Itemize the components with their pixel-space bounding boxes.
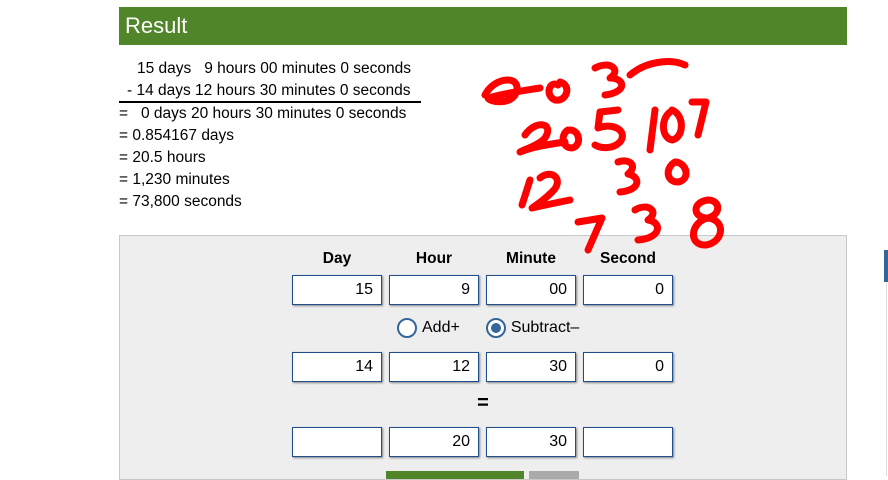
side-divider — [886, 282, 887, 476]
add-radio[interactable] — [397, 318, 417, 338]
add-label[interactable]: Add+ — [422, 319, 460, 337]
second-input-1[interactable]: 0 — [583, 275, 673, 305]
hour-input-1[interactable]: 9 — [389, 275, 479, 305]
result-title: Result — [125, 13, 188, 38]
side-tab[interactable] — [884, 250, 888, 282]
day-result — [292, 427, 382, 457]
result-seconds: = 73,800 seconds — [119, 193, 242, 210]
header-hour: Hour — [415, 250, 453, 267]
header-day: Day — [322, 250, 352, 267]
result-days: = 0.854167 days — [119, 127, 235, 144]
handwritten-annotation — [481, 58, 724, 254]
calculator-panel — [119, 235, 847, 480]
hour-result: 20 — [389, 427, 479, 457]
day-input-2[interactable]: 14 — [292, 352, 382, 382]
subtract-label[interactable]: Subtract– — [511, 319, 579, 337]
hour-input-2[interactable]: 12 — [389, 352, 479, 382]
second-input-2[interactable]: 0 — [583, 352, 673, 382]
operation-selector: Add+ Subtract– — [397, 318, 605, 338]
calculate-button[interactable] — [386, 471, 524, 479]
result-header: Result — [119, 7, 847, 45]
subtract-option[interactable]: Subtract– — [485, 318, 579, 338]
result-operand-2: - 14 days 12 hours 30 minutes 0 seconds — [119, 80, 421, 103]
result-summary: 15 days 9 hours 00 minutes 0 seconds - 1… — [119, 58, 421, 213]
result-operand-1: 15 days 9 hours 00 minutes 0 seconds — [137, 60, 411, 77]
result-hours: = 20.5 hours — [119, 149, 206, 166]
minute-result: 30 — [486, 427, 576, 457]
result-total: = 0 days 20 hours 30 minutes 0 seconds — [119, 105, 407, 122]
clear-button[interactable] — [529, 471, 579, 479]
add-option[interactable]: Add+ — [397, 318, 460, 338]
equals-sign: = — [477, 392, 489, 414]
day-input-1[interactable]: 15 — [292, 275, 382, 305]
second-result — [583, 427, 673, 457]
minute-input-1[interactable]: 00 — [486, 275, 576, 305]
result-minutes: = 1,230 minutes — [119, 171, 230, 188]
minute-input-2[interactable]: 30 — [486, 352, 576, 382]
subtract-radio[interactable] — [485, 318, 506, 338]
